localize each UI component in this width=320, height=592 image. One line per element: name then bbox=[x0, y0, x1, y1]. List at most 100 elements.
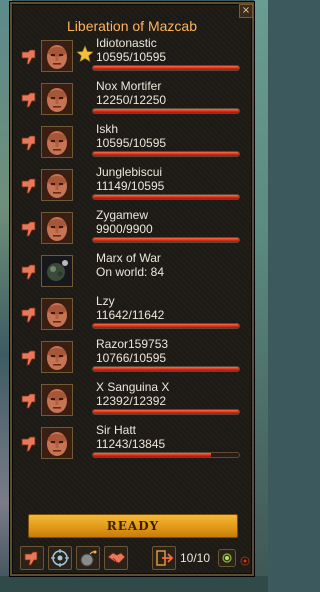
green-dot-icon bbox=[222, 553, 232, 563]
kick-member-button[interactable] bbox=[20, 349, 40, 367]
member-row[interactable]: Idiotonastic 10595/10595 bbox=[18, 36, 250, 78]
thumbs-down-icon bbox=[21, 92, 36, 108]
health-bar bbox=[92, 452, 240, 458]
face-icon bbox=[42, 213, 72, 243]
member-row[interactable]: Nox Mortifer 12250/12250 bbox=[18, 79, 250, 121]
member-name: X Sanguina X bbox=[96, 380, 170, 394]
party-count: 10/10 bbox=[180, 551, 211, 565]
avatar bbox=[41, 255, 73, 287]
thumbs-down-icon bbox=[21, 350, 36, 366]
party-panel: Liberation of Mazcab × Idiotonastic 10595… bbox=[10, 2, 254, 576]
member-name: Nox Mortifer bbox=[96, 79, 162, 93]
thumbs-down-icon bbox=[21, 49, 36, 65]
panel-title: Liberation of Mazcab bbox=[67, 18, 197, 34]
health-bar bbox=[92, 366, 240, 372]
avatar bbox=[41, 298, 73, 330]
member-row[interactable]: Zygamew 9900/9900 bbox=[18, 208, 250, 250]
member-hp: 11243/13845 bbox=[96, 437, 166, 451]
member-row[interactable]: Sir Hatt 11243/13845 bbox=[18, 423, 250, 465]
status-indicator[interactable] bbox=[218, 549, 236, 567]
member-name: Zygamew bbox=[96, 208, 149, 222]
thumbs-down-icon bbox=[21, 178, 36, 194]
bottom-toolbar: 10/10 bbox=[16, 545, 250, 573]
member-row[interactable]: Lzy 11642/11642 bbox=[18, 294, 250, 336]
health-bar-fill bbox=[93, 367, 239, 371]
avatar bbox=[41, 341, 73, 373]
member-hp: 10595/10595 bbox=[96, 50, 167, 64]
face-icon bbox=[42, 170, 72, 200]
face-icon bbox=[42, 127, 72, 157]
health-bar-fill bbox=[93, 324, 239, 328]
world-backdrop-right bbox=[254, 0, 268, 592]
health-bar-fill bbox=[93, 410, 239, 414]
member-row[interactable]: Iskh 10595/10595 bbox=[18, 122, 250, 164]
kick-member-button[interactable] bbox=[20, 177, 40, 195]
avatar bbox=[41, 427, 73, 459]
member-row[interactable]: Marx of War On world: 84 bbox=[18, 251, 250, 293]
member-hp: 10595/10595 bbox=[96, 136, 167, 150]
health-bar bbox=[92, 323, 240, 329]
face-icon bbox=[42, 299, 72, 329]
kick-member-button[interactable] bbox=[20, 48, 40, 66]
thumbs-down-icon bbox=[21, 436, 36, 452]
leader-star-icon bbox=[76, 45, 94, 63]
health-bar bbox=[92, 151, 240, 157]
bomb-icon bbox=[80, 550, 97, 567]
ready-button[interactable]: READY bbox=[28, 514, 238, 538]
member-name: Lzy bbox=[96, 294, 115, 308]
kick-button[interactable] bbox=[20, 546, 44, 570]
member-hp: 12392/12392 bbox=[96, 394, 167, 408]
member-name: Razor159753 bbox=[96, 337, 169, 351]
avatar bbox=[41, 83, 73, 115]
kick-member-button[interactable] bbox=[20, 392, 40, 410]
bomb-button[interactable] bbox=[76, 546, 100, 570]
red-dot-icon bbox=[240, 556, 250, 566]
member-hp: 11149/10595 bbox=[96, 179, 165, 193]
kick-member-button[interactable] bbox=[20, 91, 40, 109]
avatar bbox=[41, 169, 73, 201]
member-row[interactable]: X Sanguina X 12392/12392 bbox=[18, 380, 250, 422]
thumbs-down-icon bbox=[21, 307, 36, 323]
thumbs-down-icon bbox=[21, 393, 36, 409]
target-button[interactable] bbox=[48, 546, 72, 570]
member-hp: 10766/10595 bbox=[96, 351, 167, 365]
close-button[interactable]: × bbox=[239, 4, 253, 18]
kick-member-button[interactable] bbox=[20, 263, 40, 281]
thumbs-down-icon bbox=[21, 135, 36, 151]
face-icon bbox=[42, 84, 72, 114]
health-bar-fill bbox=[93, 109, 239, 113]
kick-member-button[interactable] bbox=[20, 306, 40, 324]
avatar bbox=[41, 40, 73, 72]
member-name: Marx of War bbox=[96, 251, 161, 265]
member-name: Iskh bbox=[96, 122, 119, 136]
kick-member-button[interactable] bbox=[20, 134, 40, 152]
kick-icon bbox=[24, 551, 38, 566]
options-indicator[interactable] bbox=[239, 552, 251, 566]
kick-member-button[interactable] bbox=[20, 435, 40, 453]
health-bar-fill bbox=[93, 453, 212, 457]
health-bar-fill bbox=[93, 195, 239, 199]
avatar bbox=[41, 212, 73, 244]
handshake-icon bbox=[107, 552, 126, 564]
thumbs-down-icon bbox=[21, 264, 36, 280]
member-name: Idiotonastic bbox=[96, 36, 157, 50]
member-row[interactable]: Junglebiscui 11149/10595 bbox=[18, 165, 250, 207]
kick-member-button[interactable] bbox=[20, 220, 40, 238]
health-bar-fill bbox=[93, 152, 239, 156]
health-bar bbox=[92, 65, 240, 71]
member-hp: 9900/9900 bbox=[96, 222, 153, 236]
health-bar-fill bbox=[93, 238, 239, 242]
member-name: Junglebiscui bbox=[96, 165, 163, 179]
face-icon bbox=[42, 41, 72, 71]
leave-icon bbox=[156, 550, 174, 566]
health-bar-fill bbox=[93, 66, 239, 70]
target-icon bbox=[51, 549, 69, 567]
member-row[interactable]: Razor159753 10766/10595 bbox=[18, 337, 250, 379]
member-hp: 12250/12250 bbox=[96, 93, 167, 107]
face-icon bbox=[42, 342, 72, 372]
face-icon bbox=[42, 385, 72, 415]
handshake-button[interactable] bbox=[104, 546, 128, 570]
member-hp: 11642/11642 bbox=[96, 308, 165, 322]
leave-button[interactable] bbox=[152, 546, 176, 570]
health-bar bbox=[92, 409, 240, 415]
